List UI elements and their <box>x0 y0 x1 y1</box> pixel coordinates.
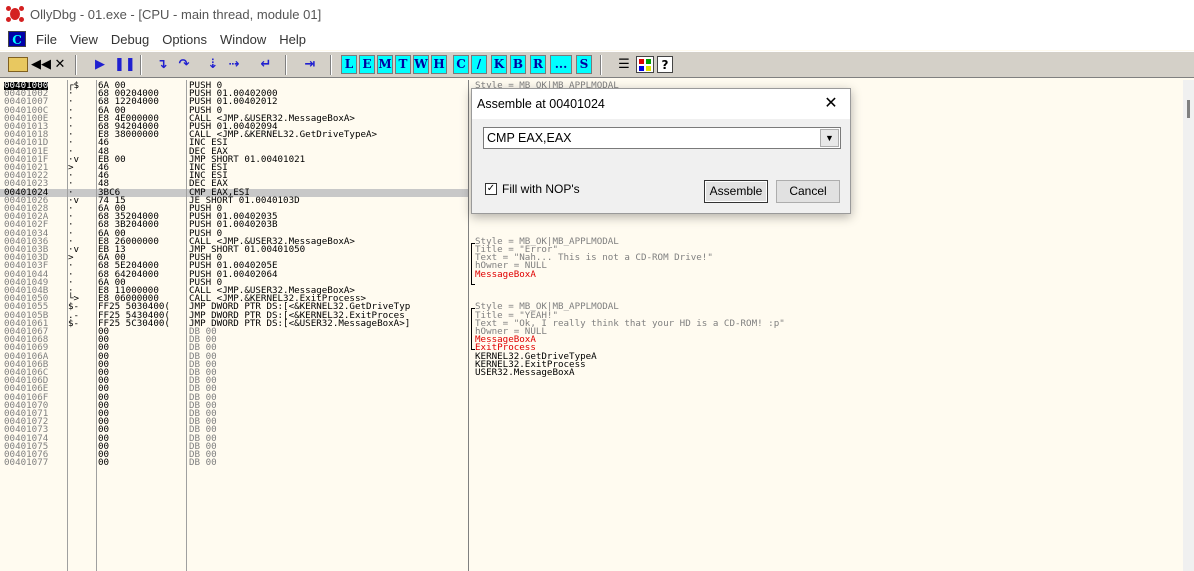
disasm-row[interactable]: 00401071 00 DB 00 <box>0 409 468 418</box>
menu-bar: C File View Debug Options Window Help <box>0 28 1194 50</box>
comment-line: MessageBoxA <box>475 268 536 280</box>
ollydbg-bug-icon <box>6 5 24 23</box>
window-title: OllyDbg - 01.exe - [CPU - main thread, m… <box>30 6 322 22</box>
help-button[interactable]: ? <box>657 56 673 73</box>
assemble-button[interactable]: Assemble <box>704 180 768 203</box>
cancel-button[interactable]: Cancel <box>776 180 840 203</box>
vertical-scrollbar[interactable] <box>1183 80 1194 571</box>
disasm-row[interactable]: 00401077 00 DB 00 <box>0 457 468 469</box>
open-file-icon[interactable] <box>8 57 28 72</box>
flow-marker: $- <box>68 317 80 329</box>
threads-window-button[interactable]: T <box>395 55 411 74</box>
disassembly-cell: JMP DWORD PTR DS:[<&USER32.MessageBoxA>] <box>189 317 411 329</box>
hex-column-separator <box>186 80 187 571</box>
disasm-row[interactable]: 0040106A 00 DB 00 <box>0 351 468 360</box>
appearance-colors-icon[interactable] <box>636 56 654 73</box>
call-bracket <box>471 243 475 285</box>
cpu-window-button[interactable]: C <box>453 55 469 74</box>
call-bracket <box>471 308 475 350</box>
disasm-row[interactable]: 0040106D 00 DB 00 <box>0 376 468 385</box>
dialog-title: Assemble at 00401024 <box>477 97 605 111</box>
address-cell: 00401077 <box>4 457 49 469</box>
disassembly-pane[interactable]: 00401000 ┌$ 6A 00 PUSH 0 00401002 · 68 0020400… <box>0 80 468 571</box>
disasm-row[interactable]: 00401075 00 DB 00 <box>0 442 468 451</box>
references-window-button[interactable]: R <box>530 55 546 74</box>
windows-window-button[interactable]: W <box>413 55 429 74</box>
flow-column-separator <box>96 80 97 571</box>
step-over-icon[interactable]: ↷ <box>176 55 192 74</box>
disasm-row[interactable]: 00401072 00 DB 00 <box>0 417 468 426</box>
assembly-input[interactable]: CMP EAX,EAX ▼ <box>483 127 841 149</box>
dialog-title-bar: Assemble at 00401024 ✕ <box>472 89 850 119</box>
pause-icon[interactable]: ❚❚ <box>114 55 136 74</box>
disasm-row[interactable]: 0040106B 00 DB 00 <box>0 360 468 369</box>
toolbar: ◀◀ ✕ ▶ ❚❚ ↴ ↷ ⇣ ⇢ ↵ ⇥ L E M T W H C / K … <box>0 51 1194 78</box>
run-icon[interactable]: ▶ <box>92 55 108 74</box>
execute-till-return-icon[interactable]: ↵ <box>258 55 274 74</box>
menu-help[interactable]: Help <box>279 32 306 47</box>
disasm-row[interactable]: 00401069 00 DB 00 <box>0 343 468 352</box>
call-stack-button[interactable]: K <box>491 55 507 74</box>
hex-dump-cell: 00 <box>98 457 110 469</box>
address-column-separator <box>67 80 68 571</box>
assemble-dialog: Assemble at 00401024 ✕ CMP EAX,EAX ▼ ✓ F… <box>471 88 851 214</box>
disasm-row[interactable]: 00401067 00 DB 00 <box>0 327 468 336</box>
comment-line: USER32.MessageBoxA <box>475 367 575 378</box>
menu-file[interactable]: File <box>36 32 57 47</box>
menu-window[interactable]: Window <box>220 32 266 47</box>
assembly-input-value[interactable]: CMP EAX,EAX <box>487 131 572 145</box>
fill-nops-checkbox[interactable]: ✓ <box>485 183 497 195</box>
handles-window-button[interactable]: H <box>431 55 447 74</box>
disasm-row[interactable]: 00401074 00 DB 00 <box>0 433 468 442</box>
breakpoints-window-button[interactable]: B <box>510 55 526 74</box>
close-program-icon[interactable]: ✕ <box>52 55 68 74</box>
menu-options[interactable]: Options <box>162 32 207 47</box>
patches-window-button[interactable]: / <box>471 55 487 74</box>
run-trace-button[interactable]: ... <box>550 55 572 74</box>
disasm-row[interactable]: 00401076 00 DB 00 <box>0 450 468 459</box>
disasm-row[interactable]: 00401073 00 DB 00 <box>0 425 468 434</box>
disasm-row[interactable]: 0040106F 00 DB 00 <box>0 392 468 401</box>
trace-over-icon[interactable]: ⇢ <box>226 55 242 74</box>
close-icon[interactable]: ✕ <box>820 93 842 115</box>
go-to-origin-icon[interactable]: ⇥ <box>302 55 318 74</box>
disasm-row[interactable]: 00401061 $- FF25 5C30400(JMP DWORD PTR DS:… <box>0 317 468 329</box>
restart-icon[interactable]: ◀◀ <box>31 55 51 74</box>
source-window-button[interactable]: S <box>576 55 592 74</box>
disassembly-cell: DB 00 <box>189 457 217 469</box>
step-into-icon[interactable]: ↴ <box>154 55 170 74</box>
disasm-row[interactable]: 0040106E 00 DB 00 <box>0 384 468 393</box>
title-bar: OllyDbg - 01.exe - [CPU - main thread, m… <box>0 0 1194 28</box>
memory-window-button[interactable]: M <box>377 55 393 74</box>
cpu-window-icon[interactable]: C <box>8 31 26 47</box>
disasm-row[interactable]: 00401068 00 DB 00 <box>0 335 468 344</box>
disasm-row[interactable]: 00401070 00 DB 00 <box>0 401 468 410</box>
trace-into-icon[interactable]: ⇣ <box>205 55 221 74</box>
log-window-button[interactable]: L <box>341 55 357 74</box>
menu-view[interactable]: View <box>70 32 98 47</box>
chevron-down-icon[interactable]: ▼ <box>820 129 839 147</box>
scrollbar-thumb[interactable] <box>1187 100 1190 118</box>
menu-debug[interactable]: Debug <box>111 32 149 47</box>
disasm-row[interactable]: 0040106C 00 DB 00 <box>0 368 468 377</box>
options-list-icon[interactable]: ☰ <box>615 55 633 74</box>
executables-window-button[interactable]: E <box>359 55 375 74</box>
fill-nops-label[interactable]: Fill with NOP's <box>502 182 580 196</box>
